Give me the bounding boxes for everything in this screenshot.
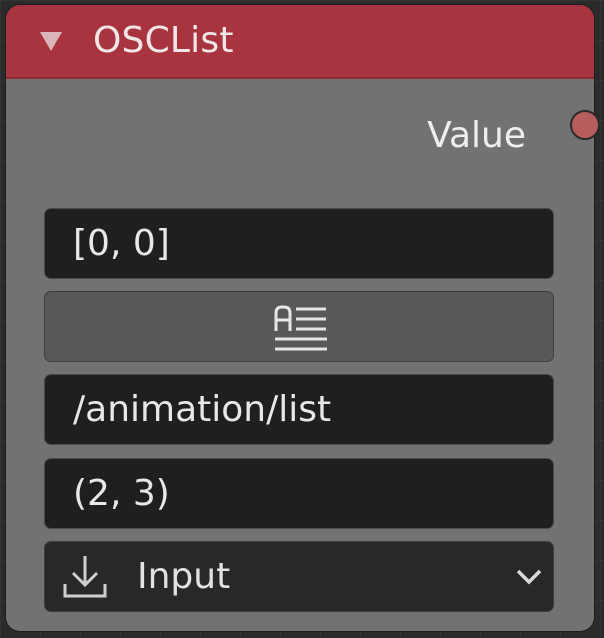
node-header[interactable]: OSCList	[6, 5, 594, 79]
output-socket[interactable]	[570, 110, 600, 140]
triangle-down-icon[interactable]	[40, 32, 62, 51]
node-title: OSCList	[93, 20, 234, 61]
osc-address-field[interactable]: /animation/list	[44, 374, 554, 445]
import-icon	[63, 556, 107, 598]
mode-dropdown[interactable]: Input	[44, 541, 554, 612]
osclist-node[interactable]: OSCList Value [0, 0] /animation/list (2,…	[6, 5, 594, 631]
output-socket-row: Value	[6, 110, 594, 162]
text-button[interactable]	[44, 291, 554, 362]
mode-dropdown-label: Input	[137, 556, 231, 597]
chevron-down-icon	[516, 569, 542, 585]
text-align-icon	[274, 305, 327, 351]
output-value-label: Value	[427, 115, 526, 156]
shape-field[interactable]: (2, 3)	[44, 458, 554, 529]
list-value-field[interactable]: [0, 0]	[44, 208, 554, 279]
